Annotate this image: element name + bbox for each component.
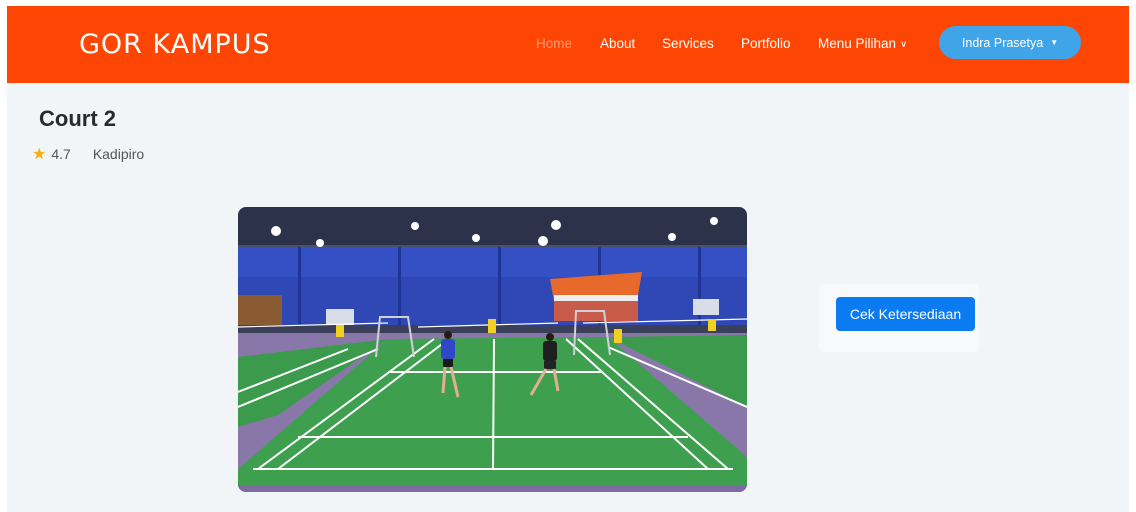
court-rating: 4.7 xyxy=(51,146,71,162)
court-meta: ★ 4.7 Kadipiro xyxy=(32,144,144,164)
caret-down-icon: ▼ xyxy=(1050,38,1059,47)
navbar: GOR KAMPUS Home About Services Portfolio… xyxy=(7,6,1129,83)
court-location: Kadipiro xyxy=(92,146,145,162)
page: GOR KAMPUS Home About Services Portfolio… xyxy=(7,6,1129,512)
court-title: Court 2 xyxy=(39,106,116,131)
user-name: Indra Prasetya xyxy=(961,35,1044,50)
nav-dropdown-menu-pilihan[interactable]: Menu Pilihan ∨ xyxy=(818,36,907,51)
nav-link-portfolio[interactable]: Portfolio xyxy=(741,36,791,51)
court-photo xyxy=(238,207,747,492)
chevron-down-icon: ∨ xyxy=(900,39,908,50)
nav-link-home[interactable]: Home xyxy=(536,36,572,51)
nav-link-about[interactable]: About xyxy=(600,36,635,51)
check-availability-button[interactable]: Cek Ketersediaan xyxy=(836,297,975,331)
nav-dropdown-label: Menu Pilihan xyxy=(818,36,897,51)
brand-logo[interactable]: GOR KAMPUS xyxy=(79,29,271,60)
nav-link-services[interactable]: Services xyxy=(662,36,714,51)
star-icon: ★ xyxy=(32,146,47,163)
user-menu-button[interactable]: Indra Prasetya ▼ xyxy=(939,26,1081,59)
